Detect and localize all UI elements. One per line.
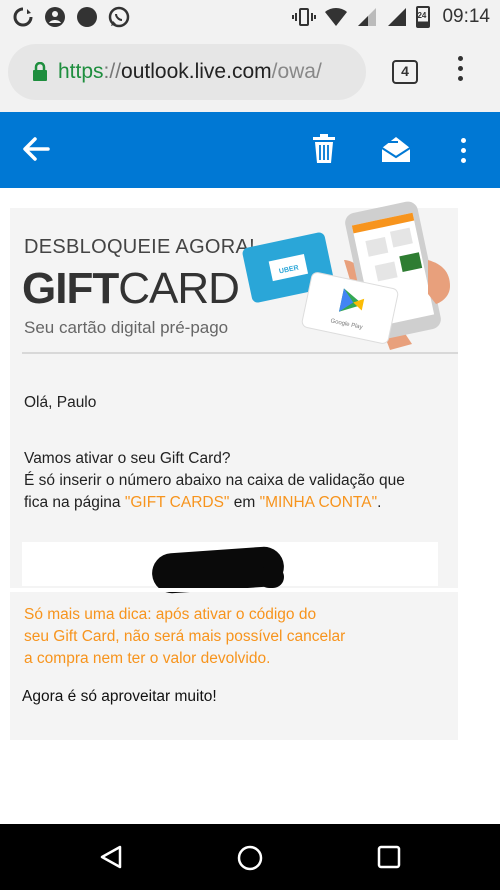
tip-line-2: seu Gift Card, não será mais possível ca… bbox=[24, 628, 346, 645]
delete-icon[interactable] bbox=[312, 134, 336, 164]
giftcards-illustration: UBER Google Play bbox=[242, 201, 450, 350]
mail-more-button[interactable] bbox=[461, 138, 469, 163]
vibrate-icon bbox=[292, 8, 317, 26]
url-path: /owa/ bbox=[271, 60, 322, 83]
mark-read-icon[interactable] bbox=[380, 134, 412, 164]
wifi-icon bbox=[325, 7, 348, 27]
back-arrow-icon[interactable] bbox=[22, 136, 50, 162]
url-bar[interactable]: https://outlook.live.com/owa/ bbox=[8, 44, 366, 100]
banner-brand: GIFTCARD bbox=[22, 264, 240, 314]
browser-toolbar: https://outlook.live.com/owa/ 4 bbox=[0, 36, 500, 112]
brand-bold: GIFT bbox=[22, 264, 119, 313]
system-nav-bar bbox=[0, 824, 500, 890]
battery-level: 24 bbox=[417, 11, 427, 20]
email-body: DESBLOQUEIE AGORA! GIFTCARD Seu cartão d… bbox=[0, 188, 500, 824]
profile-icon bbox=[45, 7, 65, 27]
lock-icon bbox=[33, 62, 47, 81]
banner-subtitle: Seu cartão digital pré-pago bbox=[24, 318, 229, 337]
instructions-line-3: fica na página "GIFT CARDS" em "MINHA CO… bbox=[24, 492, 405, 514]
tip-paragraph: Só mais uma dica: após ativar o código d… bbox=[24, 604, 345, 670]
gift-code-box bbox=[22, 542, 438, 595]
recents-icon[interactable] bbox=[377, 845, 401, 869]
signal-2-icon bbox=[388, 8, 407, 26]
mail-toolbar bbox=[0, 112, 500, 188]
instructions-line-3-end: . bbox=[377, 494, 382, 511]
notification-dot-icon bbox=[77, 7, 97, 27]
instructions-line-3-prefix: fica na página bbox=[24, 494, 125, 511]
back-icon[interactable] bbox=[99, 844, 125, 870]
banner-headline: DESBLOQUEIE AGORA! bbox=[24, 236, 256, 258]
greeting: Olá, Paulo bbox=[24, 394, 97, 411]
battery-icon: 24 bbox=[416, 6, 431, 28]
clock: 09:14 bbox=[442, 6, 490, 27]
url-scheme: https bbox=[58, 60, 104, 83]
section-separator bbox=[10, 588, 458, 592]
redacted-code-tail bbox=[258, 566, 284, 588]
signal-icon bbox=[358, 8, 377, 26]
tab-switcher-button[interactable]: 4 bbox=[392, 60, 418, 84]
giftcard-banner: DESBLOQUEIE AGORA! GIFTCARD Seu cartão d… bbox=[10, 201, 458, 378]
email-card: DESBLOQUEIE AGORA! GIFTCARD Seu cartão d… bbox=[10, 201, 458, 740]
banner-divider bbox=[22, 352, 458, 354]
gift-cards-link[interactable]: "GIFT CARDS" bbox=[125, 494, 230, 511]
home-icon[interactable] bbox=[236, 844, 264, 872]
data-saver-icon bbox=[13, 7, 33, 27]
tip-line-1: Só mais uma dica: após ativar o código d… bbox=[24, 606, 317, 623]
browser-menu-button[interactable] bbox=[456, 56, 464, 88]
brand-light: CARD bbox=[118, 264, 240, 313]
instructions-line-3-mid: em bbox=[229, 494, 260, 511]
instructions-line-1: Vamos ativar o seu Gift Card? bbox=[24, 450, 231, 467]
closing-line: Agora é só aproveitar muito! bbox=[22, 688, 217, 705]
whatsapp-icon bbox=[108, 6, 130, 28]
minha-conta-link[interactable]: "MINHA CONTA" bbox=[260, 494, 378, 511]
instructions-line-2: É só inserir o número abaixo na caixa de… bbox=[24, 472, 405, 489]
instructions-paragraph: Vamos ativar o seu Gift Card? É só inser… bbox=[24, 448, 405, 514]
url-separator: :// bbox=[103, 60, 122, 83]
tip-line-3: a compra nem ter o valor devolvido. bbox=[24, 650, 271, 667]
status-bar: 24 09:14 bbox=[0, 0, 500, 36]
url-host: outlook.live.com bbox=[121, 60, 272, 83]
